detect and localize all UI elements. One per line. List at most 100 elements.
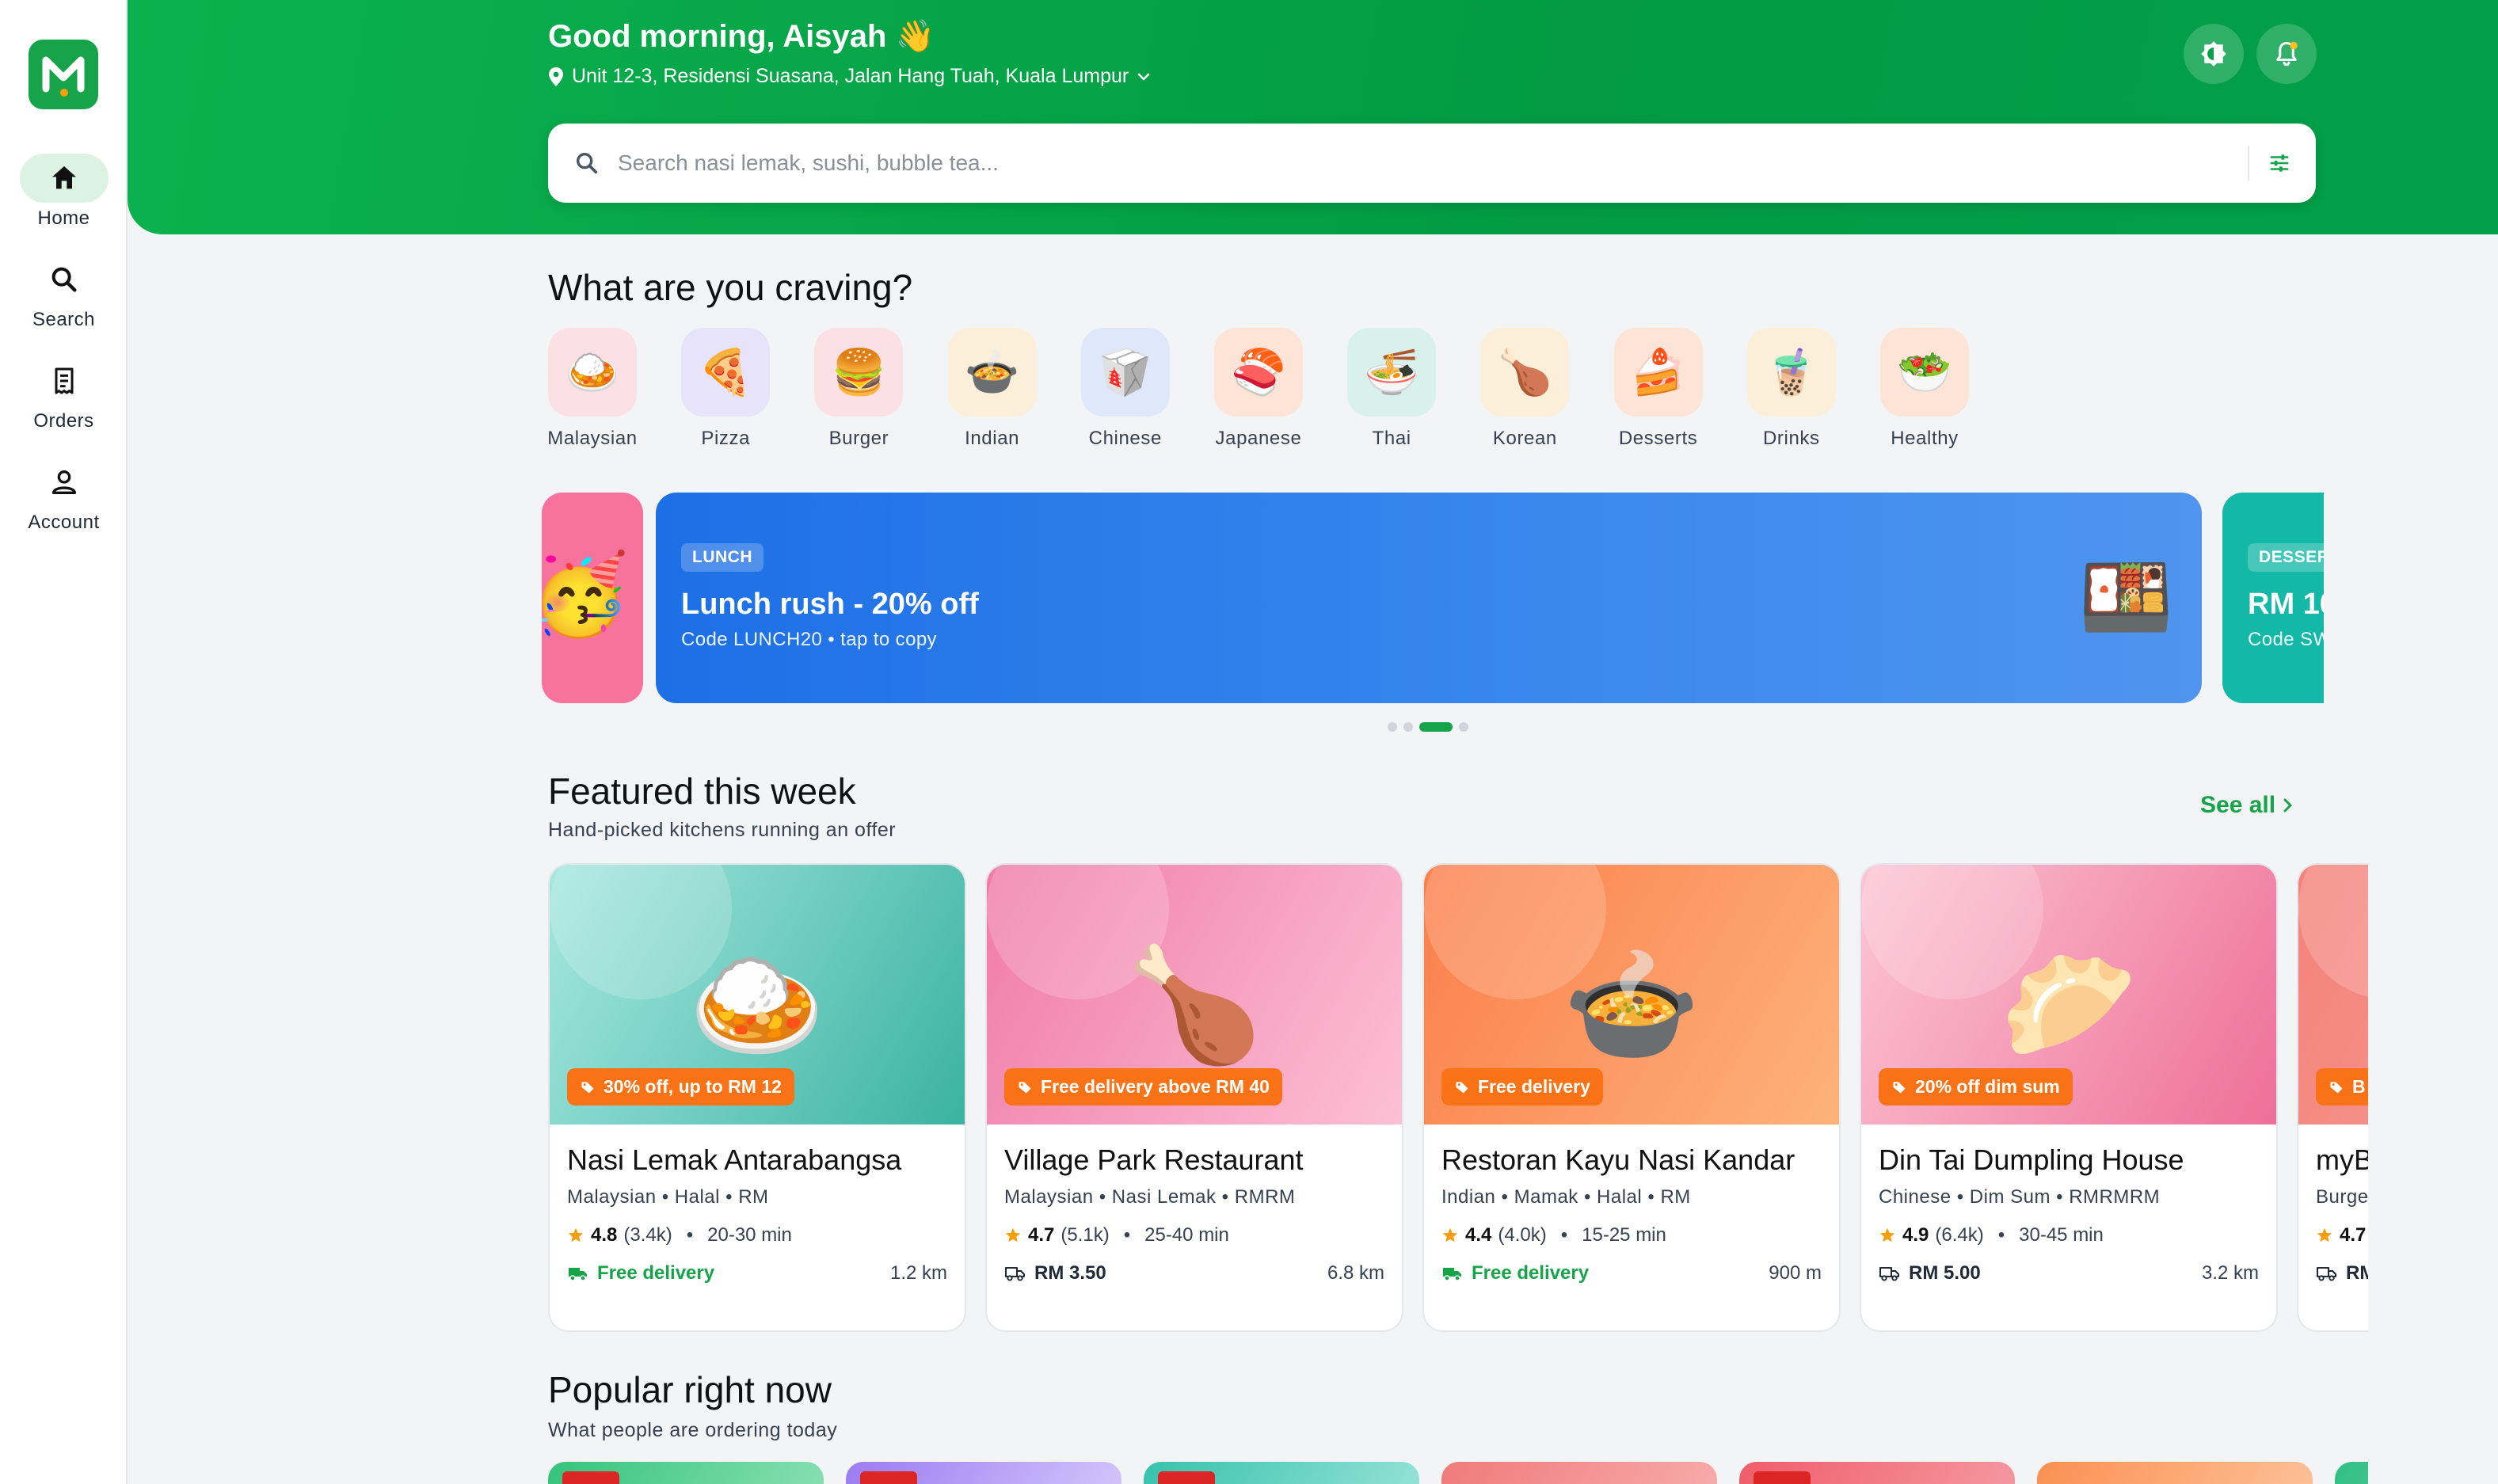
search-input[interactable]: [618, 150, 2202, 176]
restaurant-card[interactable]: 🍛 30% off, up to RM 12 Nasi Lemak Antaraba…: [548, 863, 966, 1332]
search-divider: [2248, 146, 2249, 181]
category-emoji: 🧋: [1746, 328, 1836, 417]
restaurant-name: Restoran Kayu Nasi Kandar: [1441, 1143, 1795, 1176]
category-label: Malaysian: [547, 428, 638, 449]
tag-icon: [1456, 1081, 1468, 1093]
receipt-icon: [55, 367, 73, 394]
popular-card[interactable]: [1441, 1462, 1717, 1484]
category-emoji: 🍛: [548, 328, 637, 417]
popular-card[interactable]: [2335, 1462, 2368, 1484]
carousel-dot[interactable]: [1403, 722, 1413, 732]
carousel-dot[interactable]: [1459, 722, 1468, 732]
restaurant-rating: 4.7 (5.1k) • 25-40 min: [1004, 1224, 1229, 1246]
search-icon-wrap: [20, 255, 109, 304]
promo-carousel: 🥳 LUNCH Lunch rush - 20% off Code LUNCH2…: [542, 493, 2324, 703]
promo-card-next[interactable]: DESSER RM 10 Code SW: [2222, 493, 2324, 703]
category-label: Indian: [965, 428, 1020, 449]
popular-card[interactable]: [548, 1462, 824, 1484]
category-desserts[interactable]: 🍰 Desserts: [1601, 328, 1715, 450]
app-logo[interactable]: [29, 40, 98, 109]
category-drinks[interactable]: 🧋 Drinks: [1735, 328, 1849, 450]
popular-subtitle: What people are ordering today: [548, 1419, 838, 1441]
popular-card[interactable]: [846, 1462, 1121, 1484]
category-thai[interactable]: 🍜 Thai: [1335, 328, 1449, 450]
separator-dot: •: [1560, 1224, 1568, 1246]
theme-toggle-button[interactable]: [2184, 24, 2244, 84]
category-chinese[interactable]: 🥡 Chinese: [1068, 328, 1182, 450]
sidebar-item-home[interactable]: Home: [0, 154, 128, 230]
star-icon: [1879, 1227, 1895, 1242]
address-text: Unit 12-3, Residensi Suasana, Jalan Hang…: [572, 65, 1129, 87]
tag-icon: [2330, 1081, 2343, 1093]
popular-badge: [562, 1471, 619, 1484]
category-label: Thai: [1372, 428, 1411, 449]
category-pizza[interactable]: 🍕 Pizza: [668, 328, 783, 450]
notifications-button[interactable]: [2256, 24, 2317, 84]
delivery-fee: Free delivery: [1441, 1262, 1589, 1284]
category-emoji: 🍰: [1613, 328, 1703, 417]
sidebar-item-search[interactable]: Search: [0, 255, 128, 331]
category-malaysian[interactable]: 🍛 Malaysian: [535, 328, 649, 450]
distance: 6.8 km: [1327, 1262, 1384, 1284]
party-face-emoji: 🥳: [542, 548, 630, 641]
search-icon: [51, 267, 77, 292]
restaurant-meta: Indian • Mamak • Halal • RM: [1441, 1186, 1691, 1208]
card-footer: Free delivery 1.2 km: [567, 1262, 947, 1284]
delivery-fee-label: Free delivery: [597, 1262, 715, 1284]
delivery-fee-label: RM 5.00: [1909, 1262, 1981, 1284]
user-icon-wrap: [20, 458, 109, 507]
rating-value: 4.9: [1902, 1224, 1929, 1246]
rating-value: 4.7: [1028, 1224, 1055, 1246]
sidebar-item-orders[interactable]: Orders: [0, 356, 128, 432]
category-healthy[interactable]: 🥗 Healthy: [1868, 328, 1982, 450]
offer-badge: 20% off dim sum: [1879, 1068, 2073, 1105]
restaurant-rating: 4.7: [2316, 1224, 2366, 1246]
see-all-link[interactable]: See all: [2200, 792, 2294, 819]
delivery-fee-label: RM: [2346, 1262, 2368, 1284]
popular-card[interactable]: [1739, 1462, 2015, 1484]
greeting: Good morning, Aisyah 👋: [548, 19, 935, 54]
separator-dot: •: [1123, 1224, 1131, 1246]
tag-icon: [581, 1081, 594, 1093]
star-icon: [1442, 1227, 1458, 1242]
home-icon: [51, 166, 76, 189]
category-korean[interactable]: 🍗 Korean: [1468, 328, 1582, 450]
delivery-time: 15-25 min: [1582, 1224, 1666, 1246]
promo-card-prev[interactable]: 🥳: [542, 493, 643, 703]
sidebar-item-account[interactable]: Account: [0, 458, 128, 534]
filter-button[interactable]: [2260, 144, 2298, 182]
popular-card[interactable]: [2037, 1462, 2313, 1484]
header: Good morning, Aisyah 👋 Unit 12-3, Reside…: [128, 0, 2498, 234]
restaurant-card[interactable]: 🍗 Free delivery above RM 40 Village Park R…: [985, 863, 1403, 1332]
separator-dot: •: [686, 1224, 694, 1246]
tag-icon: [1893, 1081, 1906, 1093]
carousel-dot[interactable]: [1388, 722, 1397, 732]
carousel-dots: [1388, 722, 1468, 732]
category-burger[interactable]: 🍔 Burger: [802, 328, 916, 450]
craving-title: What are you craving?: [548, 267, 913, 308]
category-japanese[interactable]: 🍣 Japanese: [1201, 328, 1316, 450]
promo-subtitle: Code LUNCH20 • tap to copy: [681, 629, 937, 650]
star-icon: [1005, 1227, 1021, 1242]
delivery-fee-label: RM 3.50: [1034, 1262, 1106, 1284]
promo-card-lunch[interactable]: LUNCH Lunch rush - 20% off Code LUNCH20 …: [656, 493, 2202, 703]
sidebar-item-label: Home: [37, 207, 90, 229]
carousel-dot[interactable]: [1419, 722, 1453, 732]
restaurant-image: 🥟 20% off dim sum: [1861, 865, 2276, 1124]
delivery-time: 20-30 min: [707, 1224, 792, 1246]
food-emoji: 🍛: [687, 941, 827, 1070]
delivery-address[interactable]: Unit 12-3, Residensi Suasana, Jalan Hang…: [548, 65, 1151, 88]
see-all-label: See all: [2200, 792, 2276, 818]
restaurant-card[interactable]: 🍲 Free delivery Restoran Kayu Nasi Kandar I…: [1422, 863, 1841, 1332]
restaurant-card[interactable]: BmyB Burge 4.7 RM: [2297, 863, 2368, 1332]
restaurant-image: 🍗 Free delivery above RM 40: [987, 865, 1402, 1124]
popular-card[interactable]: [1144, 1462, 1419, 1484]
category-label: Burger: [828, 428, 889, 449]
restaurant-card[interactable]: 🥟 20% off dim sum Din Tai Dumpling House Ch…: [1860, 863, 2278, 1332]
category-indian[interactable]: 🍲 Indian: [935, 328, 1049, 450]
offer-badge: B: [2316, 1068, 2368, 1105]
category-emoji: 🍣: [1214, 328, 1303, 417]
restaurant-name: Din Tai Dumpling House: [1879, 1143, 2184, 1176]
delivery-truck-icon: [1879, 1267, 1899, 1281]
home-icon-wrap: [19, 154, 109, 203]
